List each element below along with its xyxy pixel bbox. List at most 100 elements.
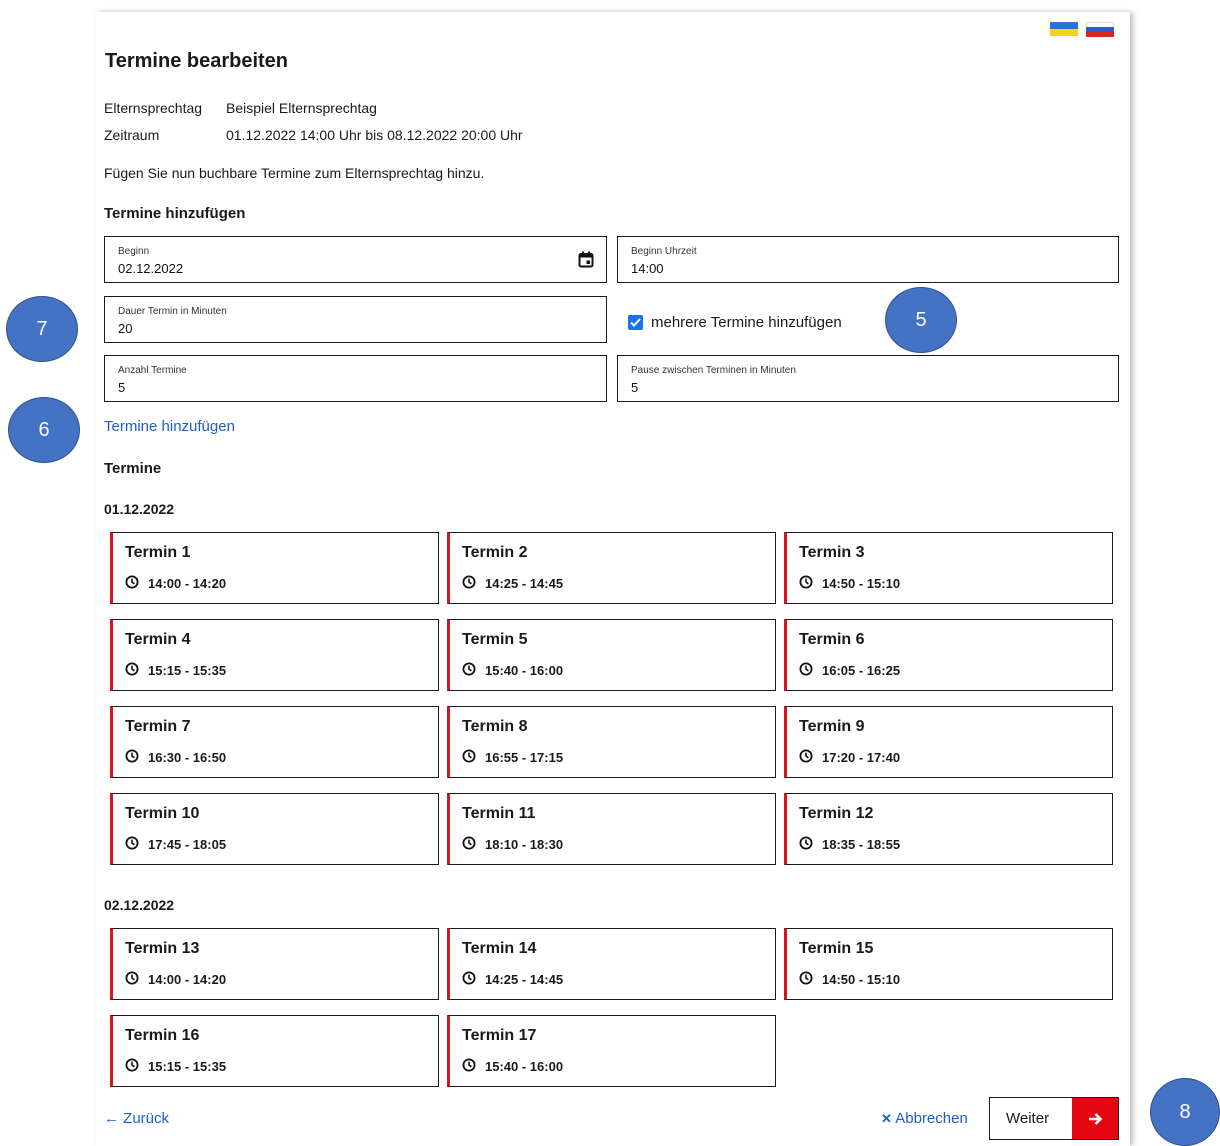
begin-time-field[interactable]: Beginn Uhrzeit 14:00 [617, 236, 1119, 283]
appointment-card[interactable]: Termin 7 16:30 - 16:50 [110, 706, 439, 778]
appointment-card[interactable]: Termin 8 16:55 - 17:15 [447, 706, 776, 778]
appointment-card[interactable]: Termin 13 14:00 - 14:20 [110, 928, 439, 1000]
callout-5: 5 [885, 287, 957, 353]
clock-icon [462, 575, 485, 592]
appointment-card[interactable]: Termin 5 15:40 - 16:00 [447, 619, 776, 691]
begin-time-value[interactable]: 14:00 [631, 261, 664, 276]
appointment-card[interactable]: Termin 11 18:10 - 18:30 [447, 793, 776, 865]
appointment-card[interactable]: Termin 2 14:25 - 14:45 [447, 532, 776, 604]
appointment-time-value: 15:40 - 16:00 [485, 1059, 564, 1074]
appointment-title: Termin 16 [125, 1027, 200, 1044]
clock-icon [799, 662, 822, 679]
callout-7: 7 [6, 296, 78, 362]
duration-field[interactable]: Dauer Termin in Minuten 20 [104, 296, 607, 343]
appointment-title: Termin 15 [799, 940, 874, 957]
appointments-heading: Termine [104, 460, 162, 477]
appointment-time: 14:25 - 14:45 [462, 971, 563, 988]
appointment-time: 16:55 - 17:15 [462, 749, 563, 766]
appointment-title: Termin 6 [799, 631, 865, 648]
appointment-card[interactable]: Termin 6 16:05 - 16:25 [784, 619, 1113, 691]
appointment-time: 14:50 - 15:10 [799, 575, 900, 592]
appointment-count-label: Anzahl Termine [118, 365, 187, 376]
appointment-title: Termin 1 [125, 544, 191, 561]
begin-date-value[interactable]: 02.12.2022 [118, 261, 183, 276]
appointment-title: Termin 8 [462, 718, 528, 735]
appointment-count-value[interactable]: 5 [118, 380, 125, 395]
multiple-appointments-label[interactable]: mehrere Termine hinzufügen [651, 314, 842, 331]
appointment-time: 18:35 - 18:55 [799, 836, 900, 853]
appointment-title: Termin 3 [799, 544, 865, 561]
appointment-card[interactable]: Termin 12 18:35 - 18:55 [784, 793, 1113, 865]
appointment-title: Termin 4 [125, 631, 191, 648]
appointment-time-value: 16:55 - 17:15 [485, 750, 564, 765]
checkmark-icon[interactable] [628, 314, 643, 330]
info-label-zeitraum: Zeitraum [104, 127, 160, 143]
pause-field[interactable]: Pause zwischen Terminen in Minuten 5 [617, 355, 1119, 402]
flag-russia-icon[interactable] [1086, 22, 1114, 37]
appointment-time-value: 16:30 - 16:50 [148, 750, 227, 765]
appointment-title: Termin 12 [799, 805, 874, 822]
clock-icon [462, 1058, 485, 1075]
clock-icon [125, 575, 148, 592]
appointment-time-value: 14:50 - 15:10 [822, 576, 901, 591]
appointment-title: Termin 10 [125, 805, 200, 822]
add-appointments-link[interactable]: Termine hinzufügen [104, 418, 235, 435]
appointment-title: Termin 5 [462, 631, 528, 648]
clock-icon [462, 749, 485, 766]
clock-icon [125, 836, 148, 853]
duration-value[interactable]: 20 [118, 321, 132, 336]
appointment-time-value: 15:15 - 15:35 [148, 1059, 227, 1074]
appointment-time: 15:15 - 15:35 [125, 662, 226, 679]
appointment-card[interactable]: Termin 3 14:50 - 15:10 [784, 532, 1113, 604]
appointment-card[interactable]: Termin 17 15:40 - 16:00 [447, 1015, 776, 1087]
info-value-zeitraum: 01.12.2022 14:00 Uhr bis 08.12.2022 20:0… [226, 127, 523, 143]
back-link[interactable]: ← Zurück [104, 1110, 169, 1127]
flag-ukraine-icon[interactable] [1050, 22, 1078, 36]
begin-date-field[interactable]: Beginn 02.12.2022 [104, 236, 607, 283]
appointment-card[interactable]: Termin 9 17:20 - 17:40 [784, 706, 1113, 778]
clock-icon [462, 971, 485, 988]
pause-label: Pause zwischen Terminen in Minuten [631, 365, 796, 376]
clock-icon [799, 749, 822, 766]
appointment-time: 14:00 - 14:20 [125, 575, 226, 592]
appointment-card[interactable]: Termin 4 15:15 - 15:35 [110, 619, 439, 691]
appointment-card[interactable]: Termin 10 17:45 - 18:05 [110, 793, 439, 865]
clock-icon [462, 662, 485, 679]
appointment-time-value: 15:15 - 15:35 [148, 663, 227, 678]
appointment-time: 14:00 - 14:20 [125, 971, 226, 988]
appointment-card[interactable]: Termin 16 15:15 - 15:35 [110, 1015, 439, 1087]
appointment-time-value: 18:35 - 18:55 [822, 837, 901, 852]
appointment-time-value: 17:45 - 18:05 [148, 837, 227, 852]
cancel-label: Abbrechen [895, 1110, 968, 1127]
appointment-time-value: 16:05 - 16:25 [822, 663, 901, 678]
appointment-time: 16:05 - 16:25 [799, 662, 900, 679]
appointment-count-field[interactable]: Anzahl Termine 5 [104, 355, 607, 402]
clock-icon [125, 971, 148, 988]
pause-value[interactable]: 5 [631, 380, 638, 395]
appointment-title: Termin 11 [462, 805, 536, 822]
cancel-link[interactable]: ✕ Abbrechen [881, 1110, 968, 1127]
appointment-time: 17:45 - 18:05 [125, 836, 226, 853]
appointment-card[interactable]: Termin 15 14:50 - 15:10 [784, 928, 1113, 1000]
appointment-time-value: 15:40 - 16:00 [485, 663, 564, 678]
appointment-title: Termin 14 [462, 940, 537, 957]
appointment-time: 18:10 - 18:30 [462, 836, 563, 853]
appointment-time: 16:30 - 16:50 [125, 749, 226, 766]
appointment-time-value: 14:25 - 14:45 [485, 576, 564, 591]
appointment-card[interactable]: Termin 14 14:25 - 14:45 [447, 928, 776, 1000]
add-appointments-heading: Termine hinzufügen [104, 205, 246, 222]
arrow-right-icon [1072, 1098, 1118, 1139]
page-title: Termine bearbeiten [105, 50, 289, 72]
appointment-title: Termin 9 [799, 718, 865, 735]
next-button[interactable]: Weiter [989, 1097, 1119, 1140]
multiple-appointments-checkbox[interactable]: mehrere Termine hinzufügen [628, 312, 842, 332]
clock-icon [125, 1058, 148, 1075]
callout-8: 8 [1150, 1078, 1220, 1146]
begin-time-label: Beginn Uhrzeit [631, 246, 697, 257]
clock-icon [799, 575, 822, 592]
calendar-icon[interactable] [578, 251, 594, 268]
appointment-card[interactable]: Termin 1 14:00 - 14:20 [110, 532, 439, 604]
appointment-time-value: 14:50 - 15:10 [822, 972, 901, 987]
appointment-time-value: 17:20 - 17:40 [822, 750, 901, 765]
appointment-time: 15:15 - 15:35 [125, 1058, 226, 1075]
